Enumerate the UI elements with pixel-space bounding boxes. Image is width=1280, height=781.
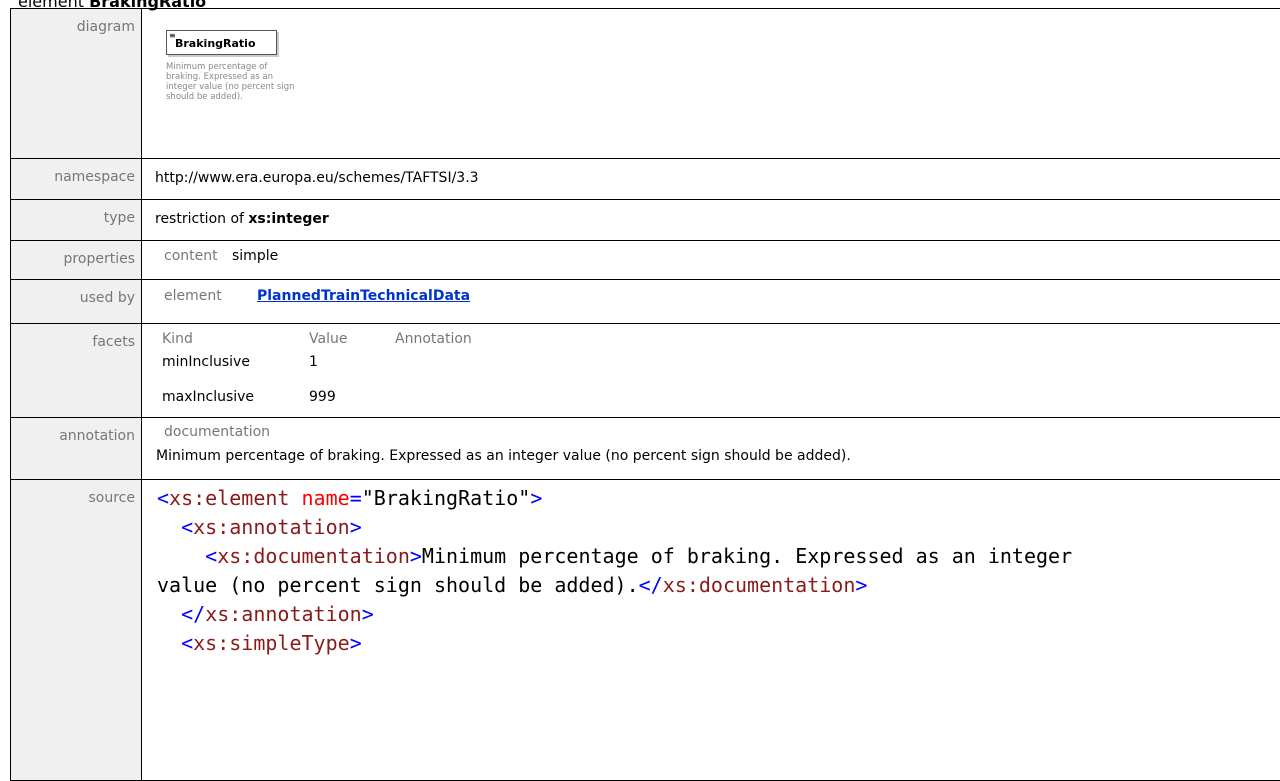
diagram-desc-line: braking. Expressed as an (166, 72, 301, 82)
source-line: value (no percent sign should be added).… (157, 571, 1072, 600)
source-line: <xs:annotation> (157, 513, 1072, 542)
source-line: <xs:element name="BrakingRatio"> (157, 484, 1072, 513)
type-prefix: restriction of (155, 211, 244, 227)
facets-label: facets (11, 324, 142, 418)
diagram-desc-line: integer value (no percent sign (166, 82, 301, 92)
diagram-element-box[interactable]: ≡ BrakingRatio (166, 30, 277, 55)
properties-label: properties (11, 241, 142, 280)
diagram-element-name: BrakingRatio (175, 37, 256, 50)
namespace-label: namespace (11, 159, 142, 200)
properties-value: simple (232, 248, 278, 264)
source-row: source <xs:element name="BrakingRatio"> … (11, 480, 1280, 781)
source-line: </xs:annotation> (157, 600, 1072, 629)
facet-kind: minInclusive (162, 354, 309, 370)
properties-key: content (164, 248, 232, 264)
diagram-desc-line: should be added). (166, 92, 301, 102)
properties-row: properties contentsimple (11, 241, 1280, 280)
annotation-text: Minimum percentage of braking. Expressed… (156, 448, 851, 464)
element-doc-table: diagram ≡ BrakingRatio Minimum percentag… (10, 8, 1280, 781)
facet-row: minInclusive1 (162, 354, 395, 370)
namespace-value: http://www.era.europa.eu/schemes/TAFTSI/… (155, 170, 479, 186)
source-line: <xs:simpleType> (157, 629, 1072, 658)
type-base: xs:integer (248, 211, 328, 227)
diagram-desc-line: Minimum percentage of (166, 62, 301, 72)
annotation-key: documentation (164, 424, 270, 440)
used-by-row: used by elementPlannedTrainTechnicalData (11, 280, 1280, 324)
type-label: type (11, 200, 142, 241)
source-label: source (11, 480, 142, 781)
diagram-description: Minimum percentage of braking. Expressed… (166, 62, 301, 102)
source-code: <xs:element name="BrakingRatio"> <xs:ann… (157, 484, 1072, 658)
facets-header-kind: Kind (162, 331, 309, 347)
facets-row: facets KindValueAnnotation minInclusive1… (11, 324, 1280, 418)
used-by-key: element (164, 288, 257, 304)
diagram-label: diagram (11, 9, 142, 159)
used-by-label: used by (11, 280, 142, 324)
facet-kind: maxInclusive (162, 389, 309, 405)
source-line: <xs:documentation>Minimum percentage of … (157, 542, 1072, 571)
diagram-row: diagram ≡ BrakingRatio Minimum percentag… (11, 9, 1280, 159)
facets-header: KindValueAnnotation (162, 331, 472, 347)
facet-value: 1 (309, 354, 395, 370)
facets-header-annotation: Annotation (395, 331, 472, 347)
facets-header-value: Value (309, 331, 395, 347)
namespace-row: namespace http://www.era.europa.eu/schem… (11, 159, 1280, 200)
annotation-label: annotation (11, 418, 142, 480)
annotation-row: annotation documentation Minimum percent… (11, 418, 1280, 480)
type-row: type restriction of xs:integer (11, 200, 1280, 241)
facet-value: 999 (309, 389, 395, 405)
facet-row: maxInclusive999 (162, 389, 395, 405)
used-by-link[interactable]: PlannedTrainTechnicalData (257, 288, 470, 304)
diagram-cell: ≡ BrakingRatio Minimum percentage of bra… (142, 9, 1280, 159)
